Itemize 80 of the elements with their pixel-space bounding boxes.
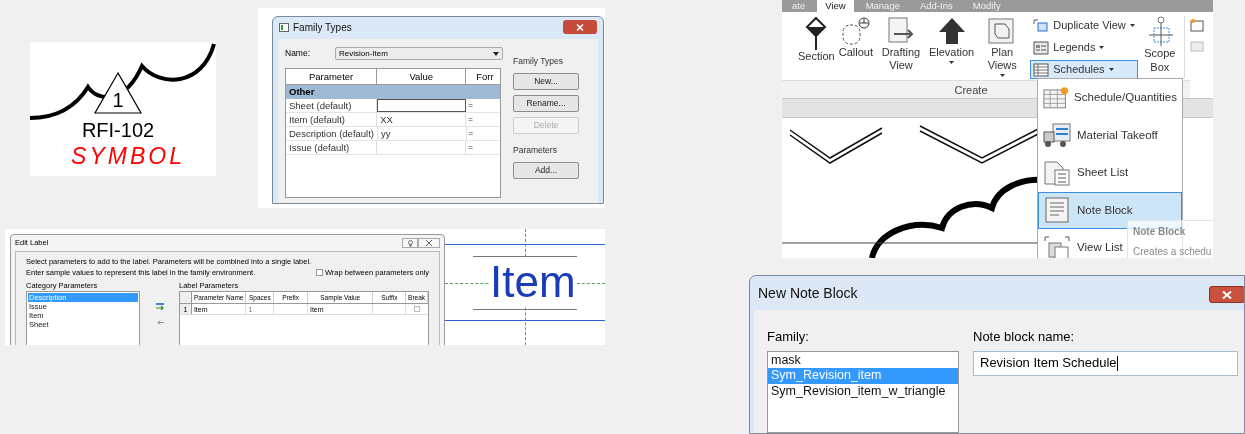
panel-label: Create <box>954 83 989 98</box>
table-cell-text: = <box>467 114 474 126</box>
schedule-icon <box>1043 84 1069 111</box>
table-cell-text: = <box>467 142 474 154</box>
table-cell: Description (default) <box>286 127 378 140</box>
text-cursor <box>1116 355 1118 371</box>
name-input[interactable]: Revision Item Schedule <box>973 350 1238 376</box>
list-item[interactable]: mask <box>768 352 958 368</box>
table-cell: Issue (default) <box>286 141 378 154</box>
left-arrow-icon[interactable] <box>156 320 164 326</box>
ribbon-button[interactable]: Elevation <box>926 16 977 80</box>
caret-icon <box>999 74 1005 77</box>
wrap-checkbox[interactable] <box>315 269 323 277</box>
section-marker-icon <box>805 16 828 50</box>
name-dropdown[interactable]: Revision-Item <box>335 47 503 60</box>
list-item[interactable]: Sym_Revision_item_w_triangle <box>768 383 958 399</box>
callout-icon <box>840 16 871 46</box>
close-button[interactable] <box>418 238 440 248</box>
close-icon <box>426 240 432 246</box>
dialog-button[interactable]: Add... <box>513 161 579 179</box>
caret-icon <box>493 51 499 56</box>
value-cell[interactable] <box>377 99 467 112</box>
window-title: New Note Block <box>758 283 858 303</box>
legend-icon <box>1033 40 1050 55</box>
label-text: Item <box>489 257 577 307</box>
symbol-label: RFI-102 <box>81 119 155 141</box>
add-parameter-icon[interactable] <box>156 303 165 311</box>
duplicate-icon <box>1033 18 1050 33</box>
truck-icon <box>1043 122 1071 149</box>
help-button[interactable] <box>402 238 418 248</box>
dialog-button[interactable]: New... <box>513 72 579 90</box>
value-cell[interactable]: XX <box>377 113 467 126</box>
menu-item[interactable]: Sheet List <box>1038 154 1182 192</box>
revision-number: 1 <box>112 89 124 111</box>
close-button[interactable] <box>563 20 597 34</box>
ribbon-button[interactable]: Drafting View <box>874 16 927 80</box>
window-icon <box>279 22 289 32</box>
group-title: Parameters <box>513 143 558 157</box>
close-icon <box>1222 290 1232 299</box>
dialog-button[interactable]: Rename... <box>513 94 579 112</box>
ribbon-button[interactable]: Duplicate View <box>1030 16 1138 35</box>
sheet-list-icon <box>1043 159 1071 186</box>
menu-item[interactable]: Material Takeoff <box>1038 116 1182 154</box>
note-block-icon <box>1043 197 1071 224</box>
menu-item[interactable]: Schedule/Quantities <box>1038 79 1182 117</box>
value-cell[interactable]: yy <box>378 127 467 140</box>
ribbon-button[interactable]: Section <box>796 16 837 80</box>
scope-box-icon <box>1146 16 1173 46</box>
window-title: Family Types <box>293 20 352 35</box>
group-title: Family Types <box>513 55 564 68</box>
tooltip-text: Creates a schedu <box>1133 245 1211 258</box>
caret-icon <box>949 61 955 64</box>
column-header: Forr <box>475 70 495 84</box>
close-button[interactable] <box>1209 286 1244 303</box>
sheet-icon <box>1189 18 1204 32</box>
field-label: Family: <box>767 328 810 346</box>
ribbon-tab[interactable]: View <box>817 0 854 12</box>
ribbon-button[interactable]: Callout <box>836 16 875 80</box>
close-icon <box>576 23 584 31</box>
lightbulb-icon <box>407 239 413 247</box>
group-row: Other <box>286 85 500 99</box>
column-header: Parameter <box>286 69 378 84</box>
ribbon-button[interactable]: Schedules <box>1030 60 1138 79</box>
name-label: Name: <box>285 47 312 60</box>
table-cell: Item (default) <box>286 113 378 126</box>
caret-icon <box>1099 46 1105 49</box>
ribbon-button[interactable]: Plan Views <box>976 16 1029 80</box>
break-checkbox[interactable] <box>414 306 421 313</box>
drafting-view-icon <box>885 16 916 46</box>
ribbon-button[interactable]: Scope Box <box>1139 16 1180 74</box>
caret-icon <box>1129 24 1135 27</box>
field-label: Note block name: <box>973 328 1076 346</box>
elevation-icon <box>936 16 967 46</box>
table-cell-text: = <box>467 128 475 140</box>
column-header: Value <box>377 69 467 84</box>
table-cell-text: = <box>467 100 474 112</box>
caret-icon <box>1108 68 1114 71</box>
ribbon-button[interactable]: Legends <box>1030 38 1138 57</box>
symbol-caption: SYMBOL <box>71 143 185 169</box>
triangle-icon <box>93 71 143 114</box>
